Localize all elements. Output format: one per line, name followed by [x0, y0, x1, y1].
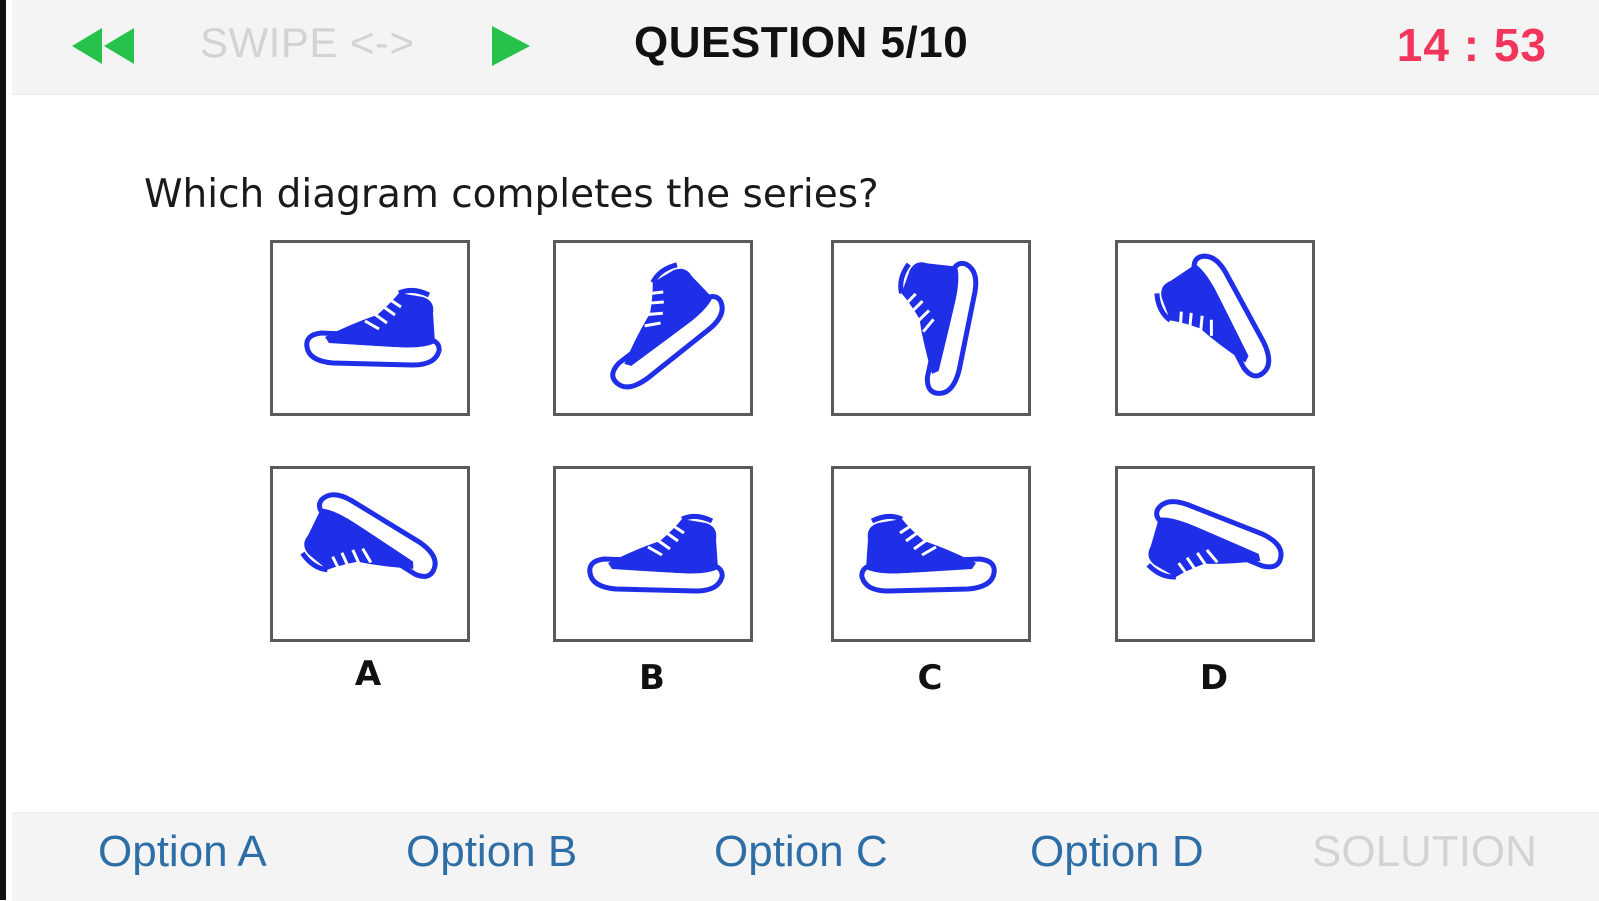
play-icon[interactable]	[488, 24, 532, 68]
series-panel-4	[1115, 240, 1315, 416]
sneaker-icon	[1118, 243, 1312, 413]
series-panel-2	[553, 240, 753, 416]
swipe-hint: SWIPE <->	[200, 19, 415, 66]
option-a-button[interactable]: Option A	[98, 827, 267, 877]
answer-panel-d[interactable]	[1115, 466, 1315, 642]
sneaker-icon	[556, 469, 750, 639]
top-toolbar: SWIPE <-> QUESTION 5/10 14 : 53	[12, 0, 1599, 95]
answer-label-d: D	[1199, 658, 1229, 698]
app-frame: SWIPE <-> QUESTION 5/10 14 : 53 Which di…	[0, 0, 1599, 901]
option-c-button[interactable]: Option C	[714, 827, 888, 877]
answer-toolbar: Option A Option B Option C Option D SOLU…	[12, 812, 1599, 901]
sneaker-icon	[273, 469, 467, 639]
sneaker-icon	[273, 243, 467, 413]
sneaker-icon	[556, 243, 750, 413]
answer-panel-c[interactable]	[831, 466, 1031, 642]
sneaker-icon	[834, 243, 1028, 413]
series-panel-3	[831, 240, 1031, 416]
answer-panel-b[interactable]	[553, 466, 753, 642]
option-b-button[interactable]: Option B	[406, 827, 577, 877]
question-prompt: Which diagram completes the series?	[144, 172, 879, 217]
option-d-button[interactable]: Option D	[1030, 827, 1204, 877]
series-panel-1	[270, 240, 470, 416]
answer-label-c: C	[917, 658, 943, 698]
countdown-timer: 14 : 53	[1396, 19, 1547, 71]
solution-button[interactable]: SOLUTION	[1312, 827, 1537, 877]
question-counter: QUESTION 5/10	[634, 18, 969, 67]
answer-label-a: A	[354, 654, 382, 694]
answer-panel-a[interactable]	[270, 466, 470, 642]
sneaker-icon	[1118, 469, 1312, 639]
answer-label-b: B	[639, 658, 665, 698]
rewind-icon[interactable]	[68, 26, 136, 66]
sneaker-icon	[834, 469, 1028, 639]
